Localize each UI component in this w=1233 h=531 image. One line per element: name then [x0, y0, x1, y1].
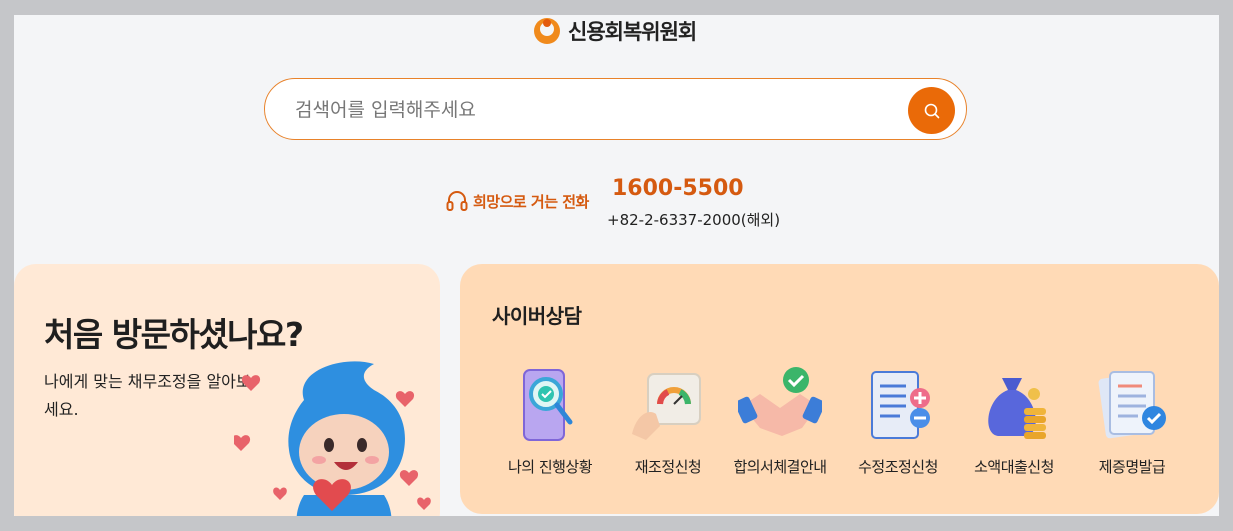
service-label: 소액대출신청 [974, 458, 1054, 476]
service-microloan[interactable]: 소액대출신청 [954, 364, 1074, 484]
money-bag-icon [988, 378, 1046, 439]
service-readjustment[interactable]: 재조정신청 [608, 364, 728, 484]
service-label: 제증명발급 [1098, 458, 1166, 476]
service-label: 나의 진행상황 [507, 458, 593, 476]
gauge-icon [632, 373, 701, 440]
search-icon [924, 103, 939, 118]
certificate-icon [1098, 371, 1166, 439]
service-label: 재조정신청 [634, 458, 702, 476]
service-label: 수정조정신청 [858, 458, 938, 476]
mascot-illustration-icon [234, 361, 431, 516]
service-label: 합의서체결안내 [733, 458, 827, 476]
hotline-label: 희망으로 거는 전화 [473, 193, 589, 211]
search-button[interactable] [908, 87, 955, 134]
search-bar [264, 78, 967, 140]
main-page: 신용회복위원회 희망으로 거는 전화 1600-5500 +82-2-6337-… [14, 15, 1219, 516]
first-visit-title: 처음 방문하셨나요? [44, 315, 304, 354]
hotline-number[interactable]: 1600-5500 [612, 176, 744, 201]
service-modification[interactable]: 수정조정신청 [838, 364, 958, 484]
headset-icon [446, 191, 468, 211]
hotline-overseas-number[interactable]: +82-2-6337-2000(해외) [607, 209, 780, 230]
first-visit-card[interactable]: 처음 방문하셨나요? 나에게 맞는 채무조정을 알아보세요. [14, 264, 440, 516]
handshake-icon [738, 367, 822, 436]
cyber-consult-card: 사이버상담 나의 진행상황 재조정신청 합의서체결안내 수정조정신청 소액대출신… [460, 264, 1219, 514]
cyber-consult-title: 사이버상담 [492, 304, 582, 328]
service-agreement-guide[interactable]: 합의서체결안내 [720, 364, 840, 484]
logo-mark-icon [534, 18, 560, 44]
logo-text: 신용회복위원회 [568, 20, 697, 44]
service-progress-status[interactable]: 나의 진행상황 [490, 364, 610, 484]
document-edit-icon [871, 371, 930, 439]
first-visit-description: 나에게 맞는 채무조정을 알아보세요. [44, 372, 251, 419]
search-input[interactable] [293, 79, 897, 140]
progress-check-icon [523, 369, 573, 441]
hotline: 희망으로 거는 전화 1600-5500 +82-2-6337-2000(해외) [446, 175, 846, 235]
site-logo[interactable]: 신용회복위원회 [532, 15, 697, 47]
service-certificate[interactable]: 제증명발급 [1072, 364, 1192, 484]
